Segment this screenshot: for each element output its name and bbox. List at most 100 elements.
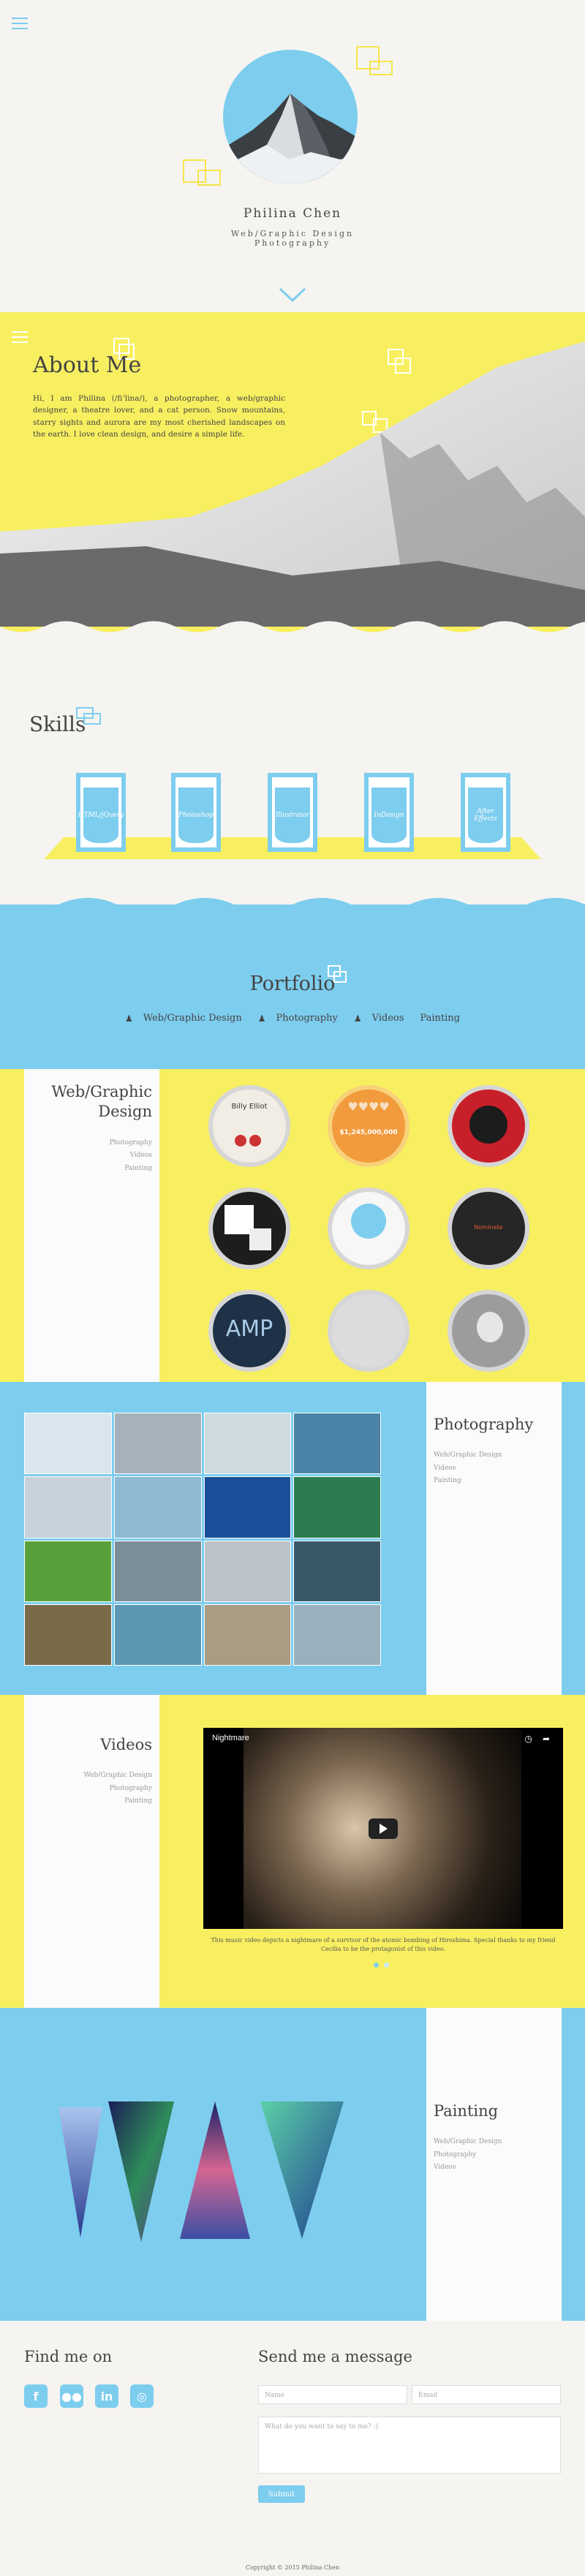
share-icon[interactable]: ➦ xyxy=(543,1734,550,1744)
photo-thumb[interactable] xyxy=(24,1604,112,1666)
video-title: Nightmare xyxy=(212,1734,249,1742)
hero-name: Philina Chen xyxy=(243,206,342,221)
nav-link[interactable]: Web/Graphic Design xyxy=(24,1769,152,1783)
menu-icon[interactable] xyxy=(12,18,28,29)
thumb-caption: $1,245,000,000 xyxy=(339,1129,398,1136)
photo-thumb[interactable] xyxy=(293,1540,381,1602)
instagram-icon[interactable]: ◎ xyxy=(130,2384,154,2408)
submit-button[interactable]: Submit xyxy=(258,2485,305,2503)
skill-card[interactable]: InDesign xyxy=(364,773,414,852)
videos-links: Web/Graphic Design Photography Painting xyxy=(24,1769,152,1808)
photography-section: Photography Web/Graphic Design Videos Pa… xyxy=(0,1382,585,1695)
name-field[interactable]: Name xyxy=(258,2385,407,2404)
photo-thumb[interactable] xyxy=(293,1476,381,1538)
nav-link[interactable]: Videos xyxy=(434,1462,533,1476)
photo-thumb[interactable] xyxy=(24,1476,112,1538)
video-caption: This music video depicts a nightmare of … xyxy=(211,1937,556,1952)
email-field[interactable]: Email xyxy=(412,2385,561,2404)
photo-thumb[interactable] xyxy=(113,1413,202,1475)
photography-links: Web/Graphic Design Videos Painting xyxy=(434,1449,533,1488)
play-button[interactable] xyxy=(369,1818,398,1839)
photo-thumb[interactable] xyxy=(113,1604,202,1666)
skill-card[interactable]: After Effects xyxy=(461,773,510,852)
painting-section: Painting Web/Graphic Design Photography … xyxy=(0,2008,585,2321)
videos-sidebar: Videos Web/Graphic Design Photography Pa… xyxy=(24,1695,159,2008)
photo-thumb[interactable] xyxy=(24,1413,112,1475)
painting-title: Painting xyxy=(434,2102,499,2120)
painting-links: Web/Graphic Design Photography Videos xyxy=(434,2136,502,2175)
photo-thumb[interactable] xyxy=(113,1476,202,1538)
portfolio-thumb[interactable] xyxy=(448,1085,529,1167)
photo-thumb[interactable] xyxy=(203,1540,292,1602)
skill-label: HTML/jQuery xyxy=(78,812,124,819)
webdesign-section: Web/Graphic Design Photography Videos Pa… xyxy=(0,1069,585,1382)
nav-link[interactable]: Photography xyxy=(24,1783,152,1796)
nav-link[interactable]: Painting xyxy=(420,1013,460,1024)
portfolio-nav-web[interactable]: ♟ Web/Graphic Design xyxy=(125,1013,242,1024)
contact-section: Find me on f ●● in ◎ Send me a message N… xyxy=(0,2326,585,2576)
chevron-down-icon[interactable] xyxy=(279,287,306,303)
portfolio-thumb[interactable]: ♥♥♥♥ $1,245,000,000 xyxy=(328,1085,410,1167)
portfolio-nav-painting[interactable]: Painting xyxy=(420,1013,460,1024)
carousel-dot[interactable] xyxy=(384,1963,389,1968)
nav-link[interactable]: Web/Graphic Design xyxy=(434,2136,502,2149)
nav-link[interactable]: Photography xyxy=(434,2149,502,2162)
skill-card[interactable]: Illustrator xyxy=(268,773,317,852)
videos-title: Videos xyxy=(100,1736,152,1753)
skill-label: Photoshop xyxy=(178,812,214,819)
nav-link[interactable]: Web/Graphic Design xyxy=(434,1449,533,1462)
skill-card[interactable]: HTML/jQuery xyxy=(76,773,126,852)
nav-link[interactable]: Painting xyxy=(24,1795,152,1808)
skill-label: InDesign xyxy=(374,812,404,819)
portfolio-nav: ♟ Web/Graphic Design ♟ Photography ♟ Videos… xyxy=(0,1013,585,1024)
skill-card[interactable]: Photoshop xyxy=(171,773,221,852)
about-section: About Me Hi, I am Philina (/fiʼlina/), a… xyxy=(0,312,585,641)
linkedin-icon[interactable]: in xyxy=(95,2384,118,2408)
photo-thumb[interactable] xyxy=(293,1604,381,1666)
portfolio-thumb[interactable]: AMP xyxy=(208,1290,290,1372)
portfolio-thumb[interactable] xyxy=(328,1187,410,1269)
photo-thumb[interactable] xyxy=(203,1413,292,1475)
nav-link[interactable]: Painting xyxy=(24,1163,152,1176)
photo-thumb[interactable] xyxy=(293,1413,381,1475)
carousel-dot[interactable] xyxy=(374,1963,379,1968)
painting-gallery[interactable] xyxy=(51,2101,373,2242)
decor-square xyxy=(83,713,101,725)
person-icon: ♟ xyxy=(257,1013,266,1024)
photo-thumb[interactable] xyxy=(203,1476,292,1538)
photography-title: Photography xyxy=(434,1416,534,1433)
nav-link[interactable]: Videos xyxy=(434,2161,502,2175)
portfolio-nav-photography[interactable]: ♟ Photography xyxy=(258,1013,338,1024)
photo-grid xyxy=(24,1413,381,1666)
webdesign-title: Web/Graphic xyxy=(51,1083,152,1100)
video-player[interactable]: Nightmare ◷ ➦ xyxy=(203,1728,563,1929)
portfolio-thumb[interactable] xyxy=(328,1290,410,1372)
portfolio-thumb[interactable] xyxy=(208,1187,290,1269)
nav-link[interactable]: Photography xyxy=(276,1013,338,1024)
photo-thumb[interactable] xyxy=(24,1540,112,1602)
nav-link[interactable]: Photography xyxy=(24,1137,152,1150)
message-field[interactable]: What do you want to say to me? :) xyxy=(258,2417,561,2474)
photo-thumb[interactable] xyxy=(113,1540,202,1602)
flickr-icon[interactable]: ●● xyxy=(60,2384,83,2408)
webdesign-sidebar: Web/Graphic Design Photography Videos Pa… xyxy=(24,1069,159,1382)
person-icon: ♟ xyxy=(125,1013,133,1024)
hero-role: Web/Graphic Design xyxy=(230,229,355,238)
nav-link[interactable]: Videos xyxy=(372,1013,404,1024)
nav-link[interactable]: Web/Graphic Design xyxy=(143,1013,242,1024)
photo-thumb[interactable] xyxy=(203,1604,292,1666)
clock-icon[interactable]: ◷ xyxy=(525,1734,532,1744)
portfolio-title: Portfolio xyxy=(249,972,336,995)
decor-square xyxy=(369,61,393,75)
send-message-title: Send me a message xyxy=(258,2348,412,2365)
portfolio-thumb[interactable]: Billy Elliot xyxy=(208,1085,290,1167)
portfolio-thumb[interactable]: Nominate xyxy=(448,1187,529,1269)
skills-section: Skills HTML/jQuery Photoshop Illustrator… xyxy=(0,641,585,904)
hero-role: Photography xyxy=(254,238,331,248)
webdesign-title: Design xyxy=(98,1103,152,1121)
facebook-icon[interactable]: f xyxy=(24,2384,48,2408)
nav-link[interactable]: Videos xyxy=(24,1149,152,1163)
portfolio-nav-videos[interactable]: ♟ Videos xyxy=(354,1013,404,1024)
nav-link[interactable]: Painting xyxy=(434,1475,533,1488)
portfolio-thumb[interactable] xyxy=(448,1290,529,1372)
